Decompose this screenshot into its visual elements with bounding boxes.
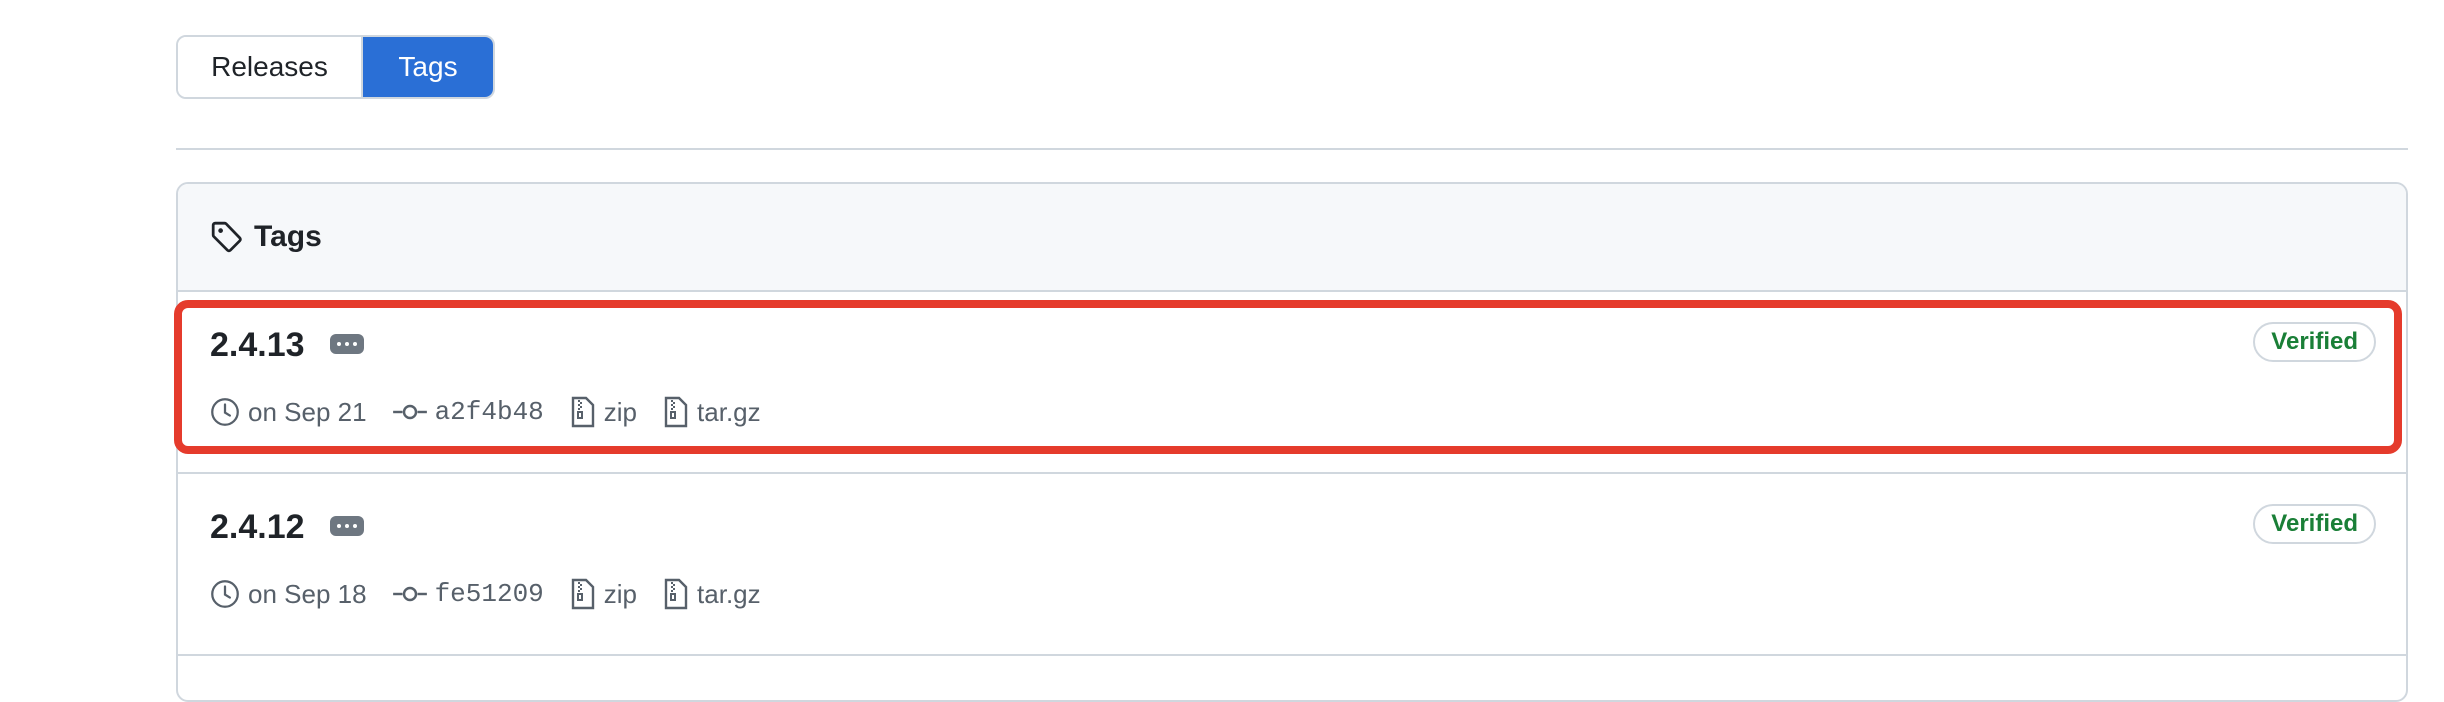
releases-tags-toggle: Releases Tags xyxy=(176,35,495,99)
tag-date: on Sep 18 xyxy=(248,578,367,609)
verified-badge[interactable]: Verified xyxy=(2253,322,2376,362)
kebab-horizontal-icon[interactable] xyxy=(330,516,364,536)
zip-download-link[interactable]: zip xyxy=(604,397,637,428)
targz-download-link[interactable]: tar.gz xyxy=(697,397,761,428)
commit-link[interactable]: fe51209 xyxy=(435,579,544,609)
tag-meta: on Sep 18 fe51209 zip tar.gz xyxy=(210,576,761,612)
tags-box-header: Tags xyxy=(178,184,2406,292)
file-zip-icon xyxy=(663,578,689,610)
releases-tab[interactable]: Releases xyxy=(178,37,363,97)
verified-badge[interactable]: Verified xyxy=(2253,504,2376,544)
tag-row: 2.4.12 Verified on Sep 18 fe51209 zip ta… xyxy=(178,474,2406,656)
tag-meta: on Sep 21 a2f4b48 zip tar.gz xyxy=(210,394,761,430)
tag-name-link[interactable]: 2.4.13 xyxy=(210,326,305,365)
clock-icon xyxy=(210,397,240,427)
tags-tab[interactable]: Tags xyxy=(363,37,493,97)
section-divider xyxy=(176,148,2408,150)
targz-download-link[interactable]: tar.gz xyxy=(697,579,761,610)
tag-name-link[interactable]: 2.4.12 xyxy=(210,508,305,547)
zip-download-link[interactable]: zip xyxy=(604,579,637,610)
tags-box-title: Tags xyxy=(254,220,322,253)
commit-icon xyxy=(392,579,427,609)
tags-box: Tags 2.4.13 Verified on Sep 21 a2f4b48 z… xyxy=(176,182,2408,702)
commit-link[interactable]: a2f4b48 xyxy=(435,397,544,427)
file-zip-icon xyxy=(570,578,596,610)
clock-icon xyxy=(210,579,240,609)
kebab-horizontal-icon[interactable] xyxy=(330,334,364,354)
tag-icon xyxy=(210,220,244,254)
tag-date: on Sep 21 xyxy=(248,396,367,427)
file-zip-icon xyxy=(570,396,596,428)
tag-row: 2.4.13 Verified on Sep 21 a2f4b48 zip ta… xyxy=(178,292,2406,474)
file-zip-icon xyxy=(663,396,689,428)
commit-icon xyxy=(392,397,427,427)
